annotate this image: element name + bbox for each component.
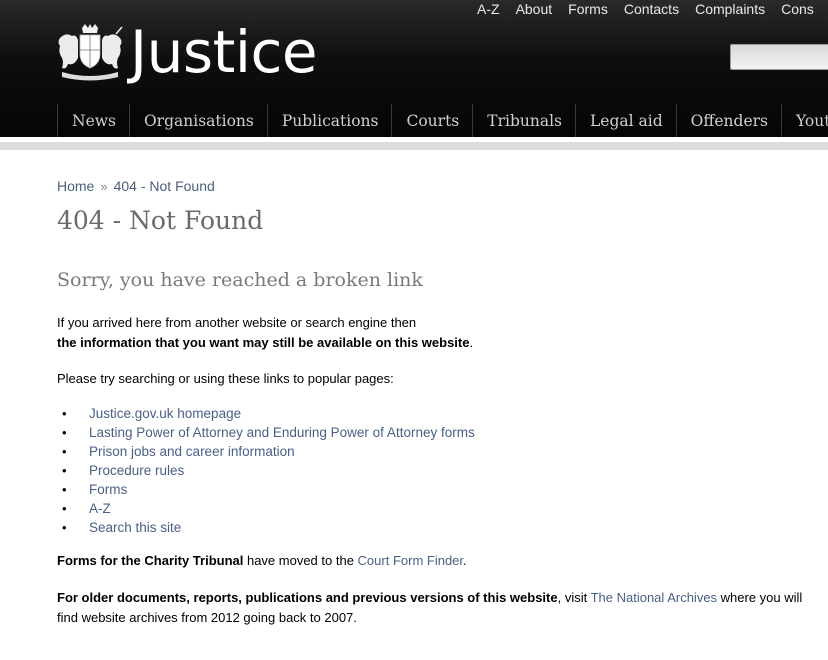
nav-item-youth-justice[interactable]: Youth justi xyxy=(781,104,828,137)
list-item: • Forms xyxy=(57,480,817,499)
util-link-complaints[interactable]: Complaints xyxy=(695,1,765,17)
breadcrumb: Home » 404 - Not Found xyxy=(57,176,817,196)
header-divider xyxy=(0,142,828,150)
nav-item-news[interactable]: News xyxy=(57,104,129,137)
royal-crest-logo[interactable] xyxy=(56,24,124,82)
bullet: • xyxy=(62,463,67,478)
intro-bold-text: the information that you want may still … xyxy=(57,335,470,350)
bullet: • xyxy=(62,520,67,535)
bullet: • xyxy=(62,501,67,516)
archives-notice: For older documents, reports, publicatio… xyxy=(57,588,817,628)
try-links-text: Please try searching or using these link… xyxy=(57,371,394,386)
util-link-a-z[interactable]: A-Z xyxy=(477,1,500,17)
link-power-of-attorney-forms[interactable]: Lasting Power of Attorney and Enduring P… xyxy=(89,425,475,440)
charity-text: have moved to the xyxy=(243,553,358,568)
nav-item-courts[interactable]: Courts xyxy=(391,104,472,137)
charity-period: . xyxy=(463,553,467,568)
list-item: • Search this site xyxy=(57,518,817,537)
link-prison-jobs[interactable]: Prison jobs and career information xyxy=(89,444,295,459)
list-item: • Lasting Power of Attorney and Enduring … xyxy=(57,423,817,442)
breadcrumb-separator: » xyxy=(100,179,108,194)
util-link-forms[interactable]: Forms xyxy=(568,1,608,17)
util-link-contacts[interactable]: Contacts xyxy=(624,1,679,17)
archives-text-1: , visit xyxy=(557,590,591,605)
breadcrumb-current[interactable]: 404 - Not Found xyxy=(114,178,215,194)
bullet: • xyxy=(62,425,67,440)
popular-links-list: • Justice.gov.uk homepage • Lasting Power … xyxy=(57,404,817,537)
court-form-finder-link[interactable]: Court Form Finder xyxy=(358,553,463,568)
site-header: A-Z About Forms Contacts Complaints Cons Just… xyxy=(0,0,828,137)
page-title: 404 - Not Found xyxy=(57,206,264,235)
link-a-z[interactable]: A-Z xyxy=(89,501,111,516)
list-item: • Procedure rules xyxy=(57,461,817,480)
link-procedure-rules[interactable]: Procedure rules xyxy=(89,463,184,478)
page-subtitle: Sorry, you have reached a broken link xyxy=(57,269,423,291)
util-link-cons[interactable]: Cons xyxy=(781,1,814,17)
bullet: • xyxy=(62,444,67,459)
intro-line-1: If you arrived here from another website… xyxy=(57,315,417,330)
list-item: • A-Z xyxy=(57,499,817,518)
list-item: • Prison jobs and career information xyxy=(57,442,817,461)
util-link-about[interactable]: About xyxy=(516,1,553,17)
charity-tribunal-notice: Forms for the Charity Tribunal have move… xyxy=(57,551,817,571)
search-input[interactable] xyxy=(730,44,828,70)
nav-item-tribunals[interactable]: Tribunals xyxy=(472,104,575,137)
national-archives-link[interactable]: The National Archives xyxy=(591,590,717,605)
main-content: Home » 404 - Not Found 404 - Not Found Sor… xyxy=(57,176,817,628)
link-justice-homepage[interactable]: Justice.gov.uk homepage xyxy=(89,406,241,421)
nav-item-publications[interactable]: Publications xyxy=(266,104,392,137)
utility-nav: A-Z About Forms Contacts Complaints Cons xyxy=(477,1,828,17)
main-nav: News Organisations Publications Courts Tribu… xyxy=(57,104,828,137)
charity-bold-text: Forms for the Charity Tribunal xyxy=(57,553,244,568)
list-item: • Justice.gov.uk homepage xyxy=(57,404,817,423)
bullet: • xyxy=(62,406,67,421)
nav-item-organisations[interactable]: Organisations xyxy=(128,104,267,137)
breadcrumb-home[interactable]: Home xyxy=(57,178,94,194)
link-forms[interactable]: Forms xyxy=(89,482,127,497)
intro-period: . xyxy=(469,335,474,350)
archives-bold-text: For older documents, reports, publicatio… xyxy=(57,590,558,605)
intro-line-2: the information that you want may still … xyxy=(57,333,817,353)
site-title[interactable]: Justice xyxy=(130,12,318,92)
nav-item-legal-aid[interactable]: Legal aid xyxy=(575,104,676,137)
link-search-site[interactable]: Search this site xyxy=(89,520,181,535)
nav-item-offenders[interactable]: Offenders xyxy=(675,104,781,137)
intro-text: If you arrived here from another website… xyxy=(57,313,817,353)
bullet: • xyxy=(62,482,67,497)
